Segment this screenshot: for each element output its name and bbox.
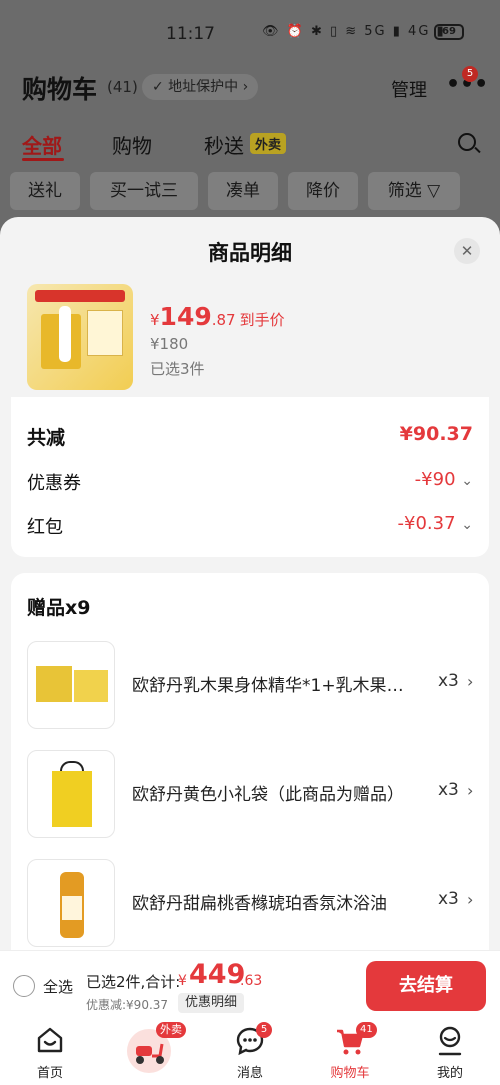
- nav-messages[interactable]: 5 消息: [200, 1018, 300, 1085]
- nav-profile[interactable]: 我的: [400, 1018, 500, 1085]
- tab-shopping[interactable]: 购物: [112, 130, 152, 159]
- total-discount-label: 共减: [27, 427, 66, 449]
- redpack-label: 红包: [27, 517, 63, 538]
- chip-bundle[interactable]: 凑单: [208, 172, 278, 210]
- cart-badge: 41: [356, 1022, 377, 1038]
- redpack-value[interactable]: -¥0.37 ⌄: [398, 513, 474, 534]
- waimai-tag: 外卖: [250, 133, 287, 154]
- nav-cart-label: 购物车: [330, 1066, 370, 1081]
- nav-messages-label: 消息: [236, 1066, 263, 1081]
- summary-label: 已选2件,合计:: [86, 973, 181, 991]
- nav-home-label: 首页: [36, 1066, 63, 1081]
- more-badge: 5: [462, 66, 478, 82]
- profile-icon: [438, 1026, 462, 1056]
- chevron-down-icon: ⌄: [461, 473, 473, 489]
- tab-instant[interactable]: 秒送: [204, 130, 244, 159]
- chevron-down-icon: ⌄: [461, 517, 473, 533]
- chip-filter[interactable]: 筛选 ▽: [368, 172, 460, 210]
- total-discount-value: ¥90.37: [399, 423, 473, 445]
- cart-count: (41): [107, 78, 138, 96]
- select-all-label[interactable]: 全选: [43, 976, 73, 997]
- discount-detail-button[interactable]: 优惠明细: [178, 993, 245, 1013]
- chip-gift[interactable]: 送礼: [10, 172, 80, 210]
- gift-name[interactable]: 欧舒丹甜扁桃香橼琥珀香氛沐浴油: [132, 889, 412, 914]
- status-bar: 11:17 👁 ⏰ ✱ ▯ ≋ 5G ▮ 4G ▮ 69: [0, 14, 500, 54]
- chevron-right-icon[interactable]: ›: [467, 890, 473, 909]
- gift-qty: x3: [438, 780, 459, 800]
- tab-all[interactable]: 全部: [22, 130, 62, 159]
- product-image: [27, 284, 133, 390]
- nav-profile-label: 我的: [436, 1066, 463, 1081]
- gift-name[interactable]: 欧舒丹黄色小礼袋（此商品为赠品）: [132, 780, 412, 805]
- gift-qty: x3: [438, 671, 459, 691]
- discount-card: 共减 ¥90.37 优惠券 -¥90 ⌄ 红包 -¥0.37 ⌄: [11, 397, 489, 557]
- nav-home[interactable]: 首页: [0, 1018, 100, 1085]
- product-price: ¥149.87 到手价: [150, 302, 285, 331]
- manage-button[interactable]: 管理: [391, 76, 427, 102]
- close-icon[interactable]: ✕: [454, 238, 480, 264]
- total-decimal: .63: [240, 973, 263, 989]
- status-time: 11:17: [166, 24, 215, 44]
- battery-icon: 69: [434, 24, 464, 40]
- address-protection-pill[interactable]: ✓ 地址保护中 ›: [142, 74, 259, 100]
- chevron-right-icon[interactable]: ›: [467, 781, 473, 800]
- gifts-title: 赠品x9: [27, 597, 91, 619]
- messages-badge: 5: [256, 1022, 272, 1038]
- waimai-badge: 外卖: [156, 1022, 186, 1038]
- selected-count: 已选3件: [150, 360, 205, 378]
- search-icon[interactable]: [458, 133, 476, 151]
- gift-qty: x3: [438, 889, 459, 909]
- nav-cart[interactable]: 41 购物车: [300, 1018, 400, 1085]
- chip-try[interactable]: 买一试三: [90, 172, 198, 210]
- home-icon: [37, 1027, 63, 1053]
- total-amount: 449: [189, 959, 246, 990]
- discount-summary: 优惠减:¥90.37: [86, 998, 169, 1012]
- page-title: 购物车: [22, 75, 98, 104]
- gift-name[interactable]: 欧舒丹乳木果身体精华*1+乳木果手霜*1: [132, 671, 412, 696]
- status-icons: 👁 ⏰ ✱ ▯ ≋ 5G ▮ 4G ▮: [262, 24, 446, 39]
- gift-image: [27, 750, 115, 838]
- original-price: ¥180: [150, 335, 189, 353]
- nav-waimai[interactable]: 外卖: [100, 1018, 200, 1085]
- coupon-value[interactable]: -¥90 ⌄: [415, 469, 473, 490]
- product-detail-sheet: 商品明细 ✕ ¥149.87 到手价 ¥180 已选3件 共减 ¥90.37 优惠…: [0, 217, 500, 1017]
- bottom-nav: 首页 外卖 5 消息 41 购物车 我的: [0, 1018, 500, 1085]
- gift-image: [27, 859, 115, 947]
- coupon-label: 优惠券: [27, 473, 81, 494]
- checkout-button[interactable]: 去结算: [366, 961, 486, 1011]
- chevron-right-icon[interactable]: ›: [467, 672, 473, 691]
- sheet-title: 商品明细: [208, 241, 292, 265]
- gift-image: [27, 641, 115, 729]
- select-all-radio[interactable]: [13, 975, 35, 997]
- tab-underline: [22, 158, 64, 161]
- total-currency: ¥: [178, 973, 187, 989]
- checkout-bar: 全选 已选2件,合计: ¥ 449 .63 优惠减:¥90.37 优惠明细 去结…: [0, 950, 500, 1018]
- chip-price-drop[interactable]: 降价: [288, 172, 358, 210]
